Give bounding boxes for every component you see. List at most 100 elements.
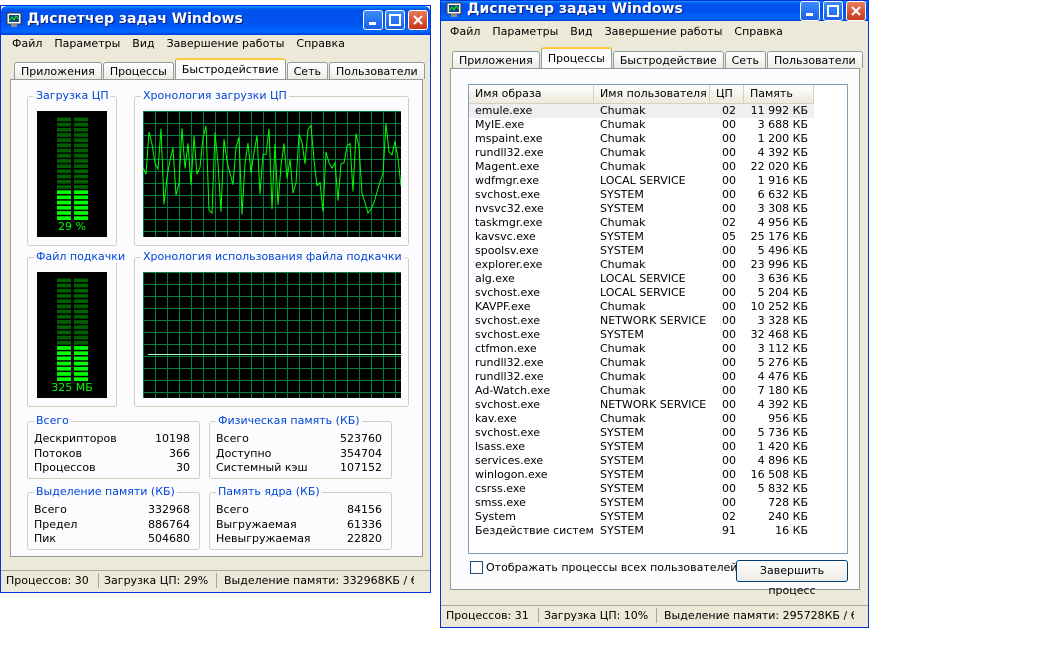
process-row[interactable]: Бездействие системы SYSTEM 91 16 КБ [469, 524, 814, 538]
process-image-name: rundll32.exe [475, 370, 544, 383]
meter-segment [74, 351, 88, 355]
close-button[interactable] [408, 10, 428, 30]
process-row[interactable]: emule.exe Chumak 02 11 992 КБ [469, 104, 814, 118]
process-cpu: 00 [722, 286, 736, 299]
process-row[interactable]: spoolsv.exe SYSTEM 00 5 496 КБ [469, 244, 814, 258]
menu-shutdown[interactable]: Завершение работы [161, 37, 291, 50]
process-row[interactable]: csrss.exe SYSTEM 00 5 832 КБ [469, 482, 814, 496]
process-row[interactable]: nvsvc32.exe SYSTEM 00 3 308 КБ [469, 202, 814, 216]
process-row[interactable]: kav.exe Chumak 00 956 КБ [469, 412, 814, 426]
process-row[interactable]: Magent.exe Chumak 00 22 020 КБ [469, 160, 814, 174]
tab-performance[interactable]: Быстродействие [612, 51, 724, 68]
meter-segment [74, 361, 88, 366]
show-all-processes-label[interactable]: Отображать процессы всех пользователей [486, 561, 737, 574]
process-row[interactable]: svchost.exe SYSTEM 00 6 632 КБ [469, 188, 814, 202]
physical-system-cache: Системный кэш 107152 [216, 461, 382, 474]
totals-group: Всего Дескрипторов 10198 Потоков 366 Проце… [27, 414, 200, 479]
process-row[interactable]: alg.exe LOCAL SERVICE 00 3 636 КБ [469, 272, 814, 286]
process-row[interactable]: System SYSTEM 02 240 КБ [469, 510, 814, 524]
minimize-button[interactable] [363, 10, 383, 30]
menu-file[interactable]: Файл [444, 25, 486, 38]
meter-segment [57, 320, 71, 324]
menu-options[interactable]: Параметры [48, 37, 126, 50]
process-row[interactable]: taskmgr.exe Chumak 02 4 956 КБ [469, 216, 814, 230]
process-row[interactable]: winlogon.exe SYSTEM 00 16 508 КБ [469, 468, 814, 482]
tab-processes[interactable]: Процессы [540, 47, 612, 68]
tab-users[interactable]: Пользователи [766, 51, 863, 68]
process-image-name: alg.exe [475, 272, 515, 285]
meter-segment [57, 304, 71, 309]
process-row[interactable]: MyIE.exe Chumak 00 3 688 КБ [469, 118, 814, 132]
tab-processes[interactable]: Процессы [102, 62, 174, 79]
process-cpu: 00 [722, 272, 736, 285]
column-user-name[interactable]: Имя пользователя [594, 85, 710, 103]
process-row[interactable]: svchost.exe LOCAL SERVICE 00 5 204 КБ [469, 286, 814, 300]
process-row[interactable]: explorer.exe Chumak 00 23 996 КБ [469, 258, 814, 272]
menu-file[interactable]: Файл [6, 37, 48, 50]
meter-segment [57, 143, 71, 148]
title-bar[interactable]: Диспетчер задач Windows [441, 1, 868, 21]
end-process-button[interactable]: Завершить процесс [736, 560, 848, 597]
commit-charge-label: Выделение памяти (КБ) [34, 485, 177, 498]
menu-help[interactable]: Справка [290, 37, 350, 50]
column-cpu[interactable]: ЦП [710, 85, 744, 103]
tab-applications[interactable]: Приложения [452, 51, 540, 68]
process-row[interactable]: Ad-Watch.exe Chumak 00 7 180 КБ [469, 384, 814, 398]
tab-strip: Приложения Процессы Быстродействие Сеть … [14, 58, 426, 79]
process-row[interactable]: svchost.exe NETWORK SERVICE 00 3 328 КБ [469, 314, 814, 328]
tab-users[interactable]: Пользователи [328, 62, 425, 79]
process-memory: 7 180 КБ [757, 384, 808, 397]
process-row[interactable]: kavsvc.exe SYSTEM 05 25 176 КБ [469, 230, 814, 244]
minimize-button[interactable] [800, 1, 820, 21]
status-commit-charge: Выделение памяти: 332968КБ / 6 [224, 574, 414, 587]
process-image-name: nvsvc32.exe [475, 202, 544, 215]
process-row[interactable]: svchost.exe SYSTEM 00 5 736 КБ [469, 426, 814, 440]
process-user-name: SYSTEM [600, 328, 644, 341]
show-all-processes-checkbox[interactable] [470, 561, 483, 574]
meter-segment [74, 143, 88, 148]
title-bar[interactable]: Диспетчер задач Windows [1, 6, 430, 35]
tab-network[interactable]: Сеть [724, 51, 766, 68]
process-row[interactable]: lsass.exe SYSTEM 00 1 420 КБ [469, 440, 814, 454]
maximize-button[interactable] [385, 10, 405, 30]
process-row[interactable]: rundll32.exe Chumak 00 4 392 КБ [469, 146, 814, 160]
kernel-total: Всего 84156 [216, 503, 382, 516]
process-row[interactable]: services.exe SYSTEM 00 4 896 КБ [469, 454, 814, 468]
cpu-history-chart [143, 111, 401, 237]
process-image-name: svchost.exe [475, 328, 541, 341]
column-memory[interactable]: Память [744, 85, 814, 103]
process-image-name: kav.exe [475, 412, 517, 425]
cpu-history-graph [143, 111, 401, 237]
process-row[interactable]: wdfmgr.exe LOCAL SERVICE 00 1 916 КБ [469, 174, 814, 188]
process-row[interactable]: mspaint.exe Chumak 00 1 200 КБ [469, 132, 814, 146]
menu-help[interactable]: Справка [728, 25, 788, 38]
maximize-icon [389, 14, 401, 26]
tab-performance[interactable]: Быстродействие [174, 58, 286, 79]
process-image-name: Magent.exe [475, 160, 540, 173]
process-row[interactable]: rundll32.exe Chumak 00 4 476 КБ [469, 370, 814, 384]
menu-shutdown[interactable]: Завершение работы [599, 25, 729, 38]
process-user-name: LOCAL SERVICE [600, 272, 686, 285]
process-row[interactable]: rundll32.exe Chumak 00 5 276 КБ [469, 356, 814, 370]
menu-view[interactable]: Вид [564, 25, 598, 38]
meter-segment [57, 325, 71, 329]
process-list[interactable]: Имя образа Имя пользователя ЦП Память em… [468, 84, 848, 554]
meter-segment [57, 169, 71, 174]
tab-network[interactable]: Сеть [286, 62, 328, 79]
process-image-name: rundll32.exe [475, 146, 544, 159]
close-button[interactable] [846, 1, 866, 21]
status-bar: Процессов: 30 Загрузка ЦП: 29% Выделение… [1, 570, 430, 591]
maximize-button[interactable] [823, 1, 843, 21]
column-image-name[interactable]: Имя образа [469, 85, 594, 103]
menu-view[interactable]: Вид [126, 37, 160, 50]
process-row[interactable]: ctfmon.exe Chumak 00 3 112 КБ [469, 342, 814, 356]
process-image-name: svchost.exe [475, 314, 541, 327]
process-row[interactable]: KAVPF.exe Chumak 00 10 252 КБ [469, 300, 814, 314]
status-processes: Процессов: 31 [443, 608, 539, 623]
menu-options[interactable]: Параметры [486, 25, 564, 38]
process-memory: 1 420 КБ [757, 440, 808, 453]
process-row[interactable]: smss.exe SYSTEM 00 728 КБ [469, 496, 814, 510]
process-row[interactable]: svchost.exe NETWORK SERVICE 00 4 392 КБ [469, 398, 814, 412]
tab-applications[interactable]: Приложения [14, 62, 102, 79]
process-row[interactable]: svchost.exe SYSTEM 00 32 468 КБ [469, 328, 814, 342]
